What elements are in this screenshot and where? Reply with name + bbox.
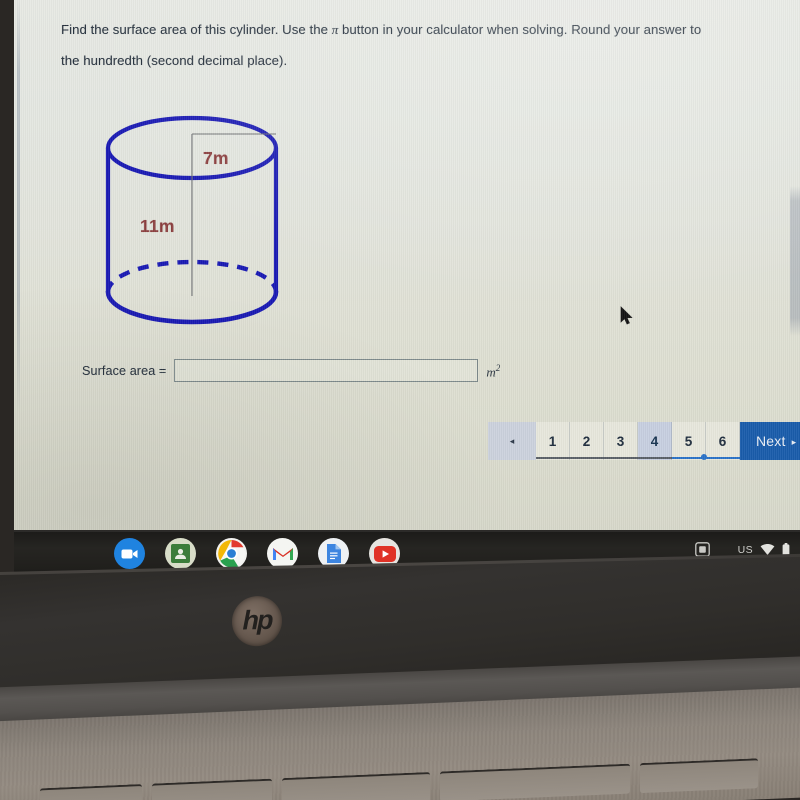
page-number-label: 1: [548, 433, 557, 449]
keyboard-layout-label: US: [737, 543, 753, 556]
google-classroom-icon: [171, 544, 190, 563]
shelf-item-google-meet[interactable]: [114, 538, 145, 569]
google-chrome-icon: [218, 540, 245, 567]
question-prompt: Find the surface area of this cylinder. …: [61, 14, 761, 76]
gmail-icon: [272, 548, 293, 560]
hp-logo: hp: [232, 595, 282, 647]
scrollbar-artifact[interactable]: [790, 186, 800, 336]
pagination-page-4-active[interactable]: 4: [638, 422, 672, 460]
cylinder-bottom-front-arc: [105, 289, 279, 325]
pagination-page-1[interactable]: 1: [536, 422, 570, 460]
chromebook-screen: Find the surface area of this cylinder. …: [14, 0, 800, 534]
mouse-pointer: [620, 306, 634, 326]
page-number-label: 4: [650, 433, 659, 449]
google-docs-icon: [327, 544, 341, 563]
question-text-part2: button in your calculator when solving. …: [338, 22, 702, 37]
unit-exponent: 2: [495, 362, 501, 373]
cylinder-svg: [105, 115, 279, 325]
keyboard-key: [40, 784, 142, 800]
page-number-label: 6: [718, 433, 727, 449]
unit-base: m: [486, 364, 496, 380]
chevron-left-icon: ◂: [509, 435, 515, 446]
cylinder-figure: 7m 11m: [92, 100, 322, 340]
pagination-page-2[interactable]: 2: [570, 422, 604, 460]
question-text-line2: the hundredth (second decimal place).: [61, 53, 288, 68]
google-meet-icon: [121, 549, 138, 558]
next-button[interactable]: Next ▸: [740, 422, 800, 460]
youtube-icon: [373, 545, 396, 562]
answer-row: Surface area = m2: [82, 359, 500, 382]
shelf-item-google-chrome[interactable]: [216, 538, 247, 569]
screen-left-edge: [17, 0, 20, 414]
pagination-pages: 1 2 3 4 5 6: [536, 422, 740, 460]
answer-unit: m2: [486, 363, 500, 380]
shelf-item-google-classroom[interactable]: [165, 538, 196, 569]
cursor-arrow-shape: [620, 306, 633, 325]
keyboard-key: [282, 771, 430, 800]
height-label: 11m: [140, 216, 175, 236]
screen-capture-icon: [694, 542, 710, 557]
pagination-bar: ◂ 1 2 3 4 5 6 Next ▸: [488, 422, 800, 460]
page-number-label: 5: [684, 433, 693, 449]
surface-area-input[interactable]: [174, 359, 479, 382]
pagination-page-6[interactable]: 6: [706, 422, 740, 460]
pagination-underline: [536, 457, 672, 459]
next-button-label: Next: [756, 433, 786, 449]
pagination-prev-button[interactable]: ◂: [488, 422, 536, 460]
page-number-label: 3: [616, 433, 625, 449]
chevron-right-icon: ▸: [791, 436, 797, 447]
hp-logo-text: hp: [242, 604, 272, 635]
keyboard-key: [440, 763, 630, 800]
pagination-active-dot: [701, 454, 707, 460]
keyboard-key: [640, 758, 758, 794]
pagination-page-3[interactable]: 3: [604, 422, 638, 460]
page-number-label: 2: [582, 433, 591, 449]
answer-label: Surface area =: [82, 363, 167, 378]
question-text-part1: Find the surface area of this cylinder. …: [61, 22, 332, 37]
radius-label: 7m: [203, 148, 229, 168]
keyboard-key: [152, 778, 272, 800]
screenshot-root: Find the surface area of this cylinder. …: [0, 0, 800, 800]
